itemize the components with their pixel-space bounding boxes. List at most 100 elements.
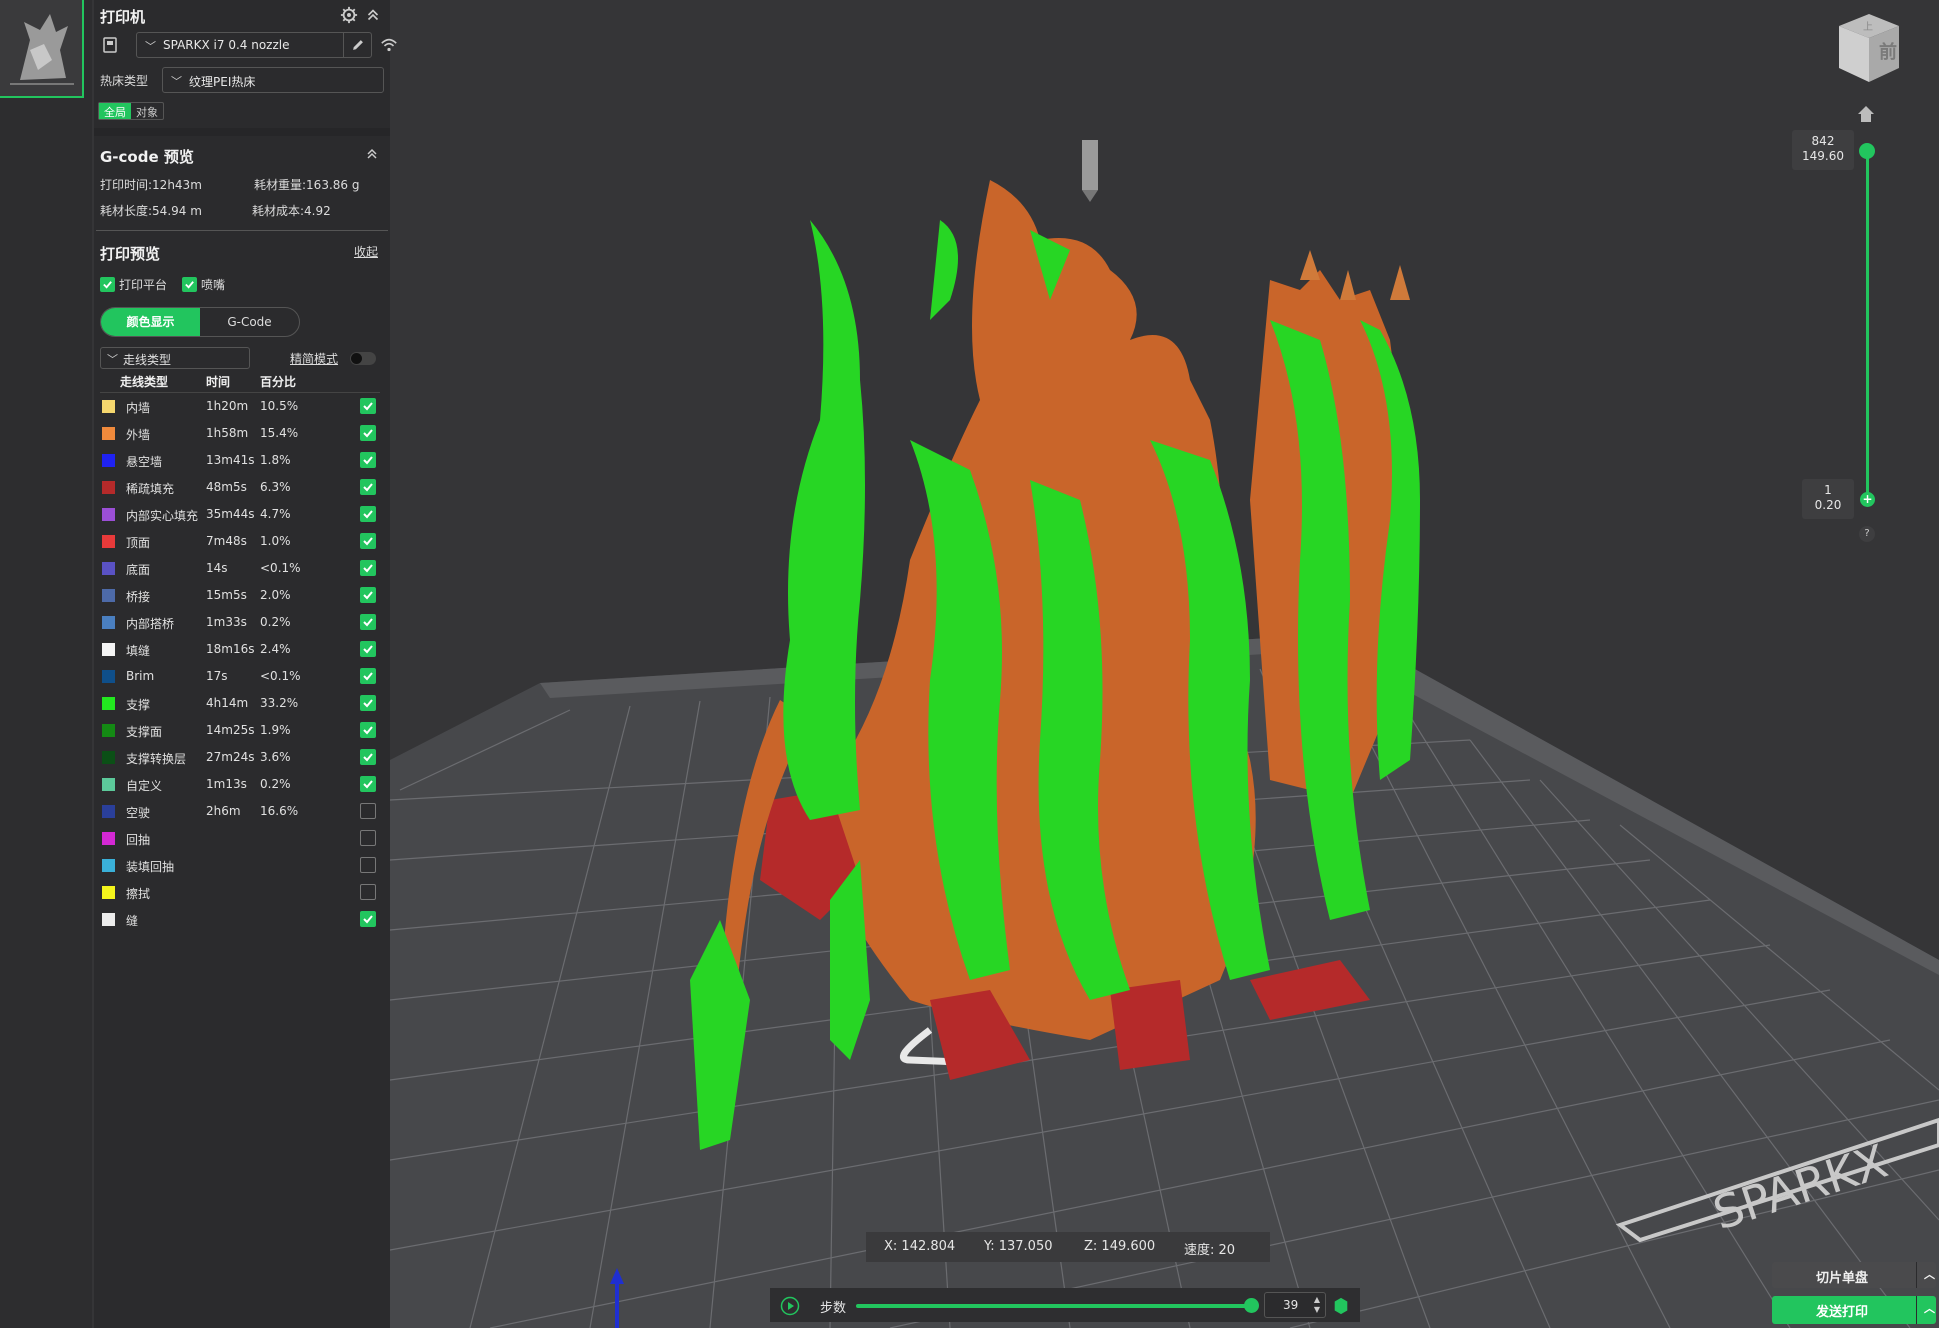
- coord-z: Z: 149.600: [1084, 1239, 1156, 1254]
- tab-color-display[interactable]: 颜色显示: [101, 308, 200, 336]
- legend-visibility-checkbox[interactable]: [360, 479, 376, 495]
- legend-col-time: 时间: [206, 375, 231, 389]
- legend-name: 装填回抽: [126, 860, 175, 874]
- legend-swatch: [102, 643, 115, 656]
- legend-time: 17s: [206, 669, 228, 683]
- print-bed-scene: SPARKX: [390, 140, 1939, 1328]
- send-print-button[interactable]: 发送打印 ︿: [1772, 1296, 1936, 1324]
- step-input[interactable]: 39 ▲ ▼: [1264, 1292, 1326, 1318]
- legend-visibility-checkbox[interactable]: [360, 722, 376, 738]
- legend-visibility-checkbox[interactable]: [360, 587, 376, 603]
- legend-percent: 1.8%: [260, 453, 291, 467]
- legend-visibility-checkbox[interactable]: [360, 776, 376, 792]
- legend-percent: 16.6%: [260, 804, 299, 818]
- legend-visibility-checkbox[interactable]: [360, 857, 376, 873]
- settings-gear-icon[interactable]: [1332, 1297, 1350, 1315]
- show-plate-label: 打印平台: [119, 278, 168, 292]
- legend-percent: <0.1%: [260, 561, 301, 575]
- layer-slider-track[interactable]: [1866, 150, 1869, 500]
- plate-thumbnail[interactable]: [0, 0, 84, 98]
- scope-object-tab[interactable]: 对象: [131, 103, 163, 119]
- chevron-down-icon: ﹀: [145, 40, 156, 53]
- show-nozzle-label: 喷嘴: [201, 278, 226, 292]
- scope-global-tab[interactable]: 全局: [99, 103, 131, 119]
- caret-up-icon[interactable]: ︿: [1924, 1266, 1935, 1282]
- legend-swatch: [102, 670, 115, 683]
- layer-top-handle[interactable]: [1859, 143, 1875, 159]
- legend-row: 顶面 7m48s 1.0%: [94, 531, 390, 558]
- collapse-link[interactable]: 收起: [354, 243, 378, 260]
- coordinates-bar: X: 142.804 Y: 137.050 Z: 149.600 速度: 20: [866, 1232, 1270, 1262]
- legend-percent: 2.4%: [260, 642, 291, 656]
- stepper-arrows-icon[interactable]: ▲ ▼: [1314, 1295, 1320, 1315]
- simple-mode-toggle[interactable]: [350, 352, 376, 365]
- edit-printer-button[interactable]: [343, 33, 371, 57]
- legend-row: 回抽: [94, 828, 390, 855]
- printer-section-title: 打印机: [100, 8, 146, 26]
- collapse-up-icon[interactable]: [364, 6, 382, 24]
- view-type-select[interactable]: ﹀ 走线类型: [100, 347, 250, 369]
- legend-visibility-checkbox[interactable]: [360, 452, 376, 468]
- plate-thumbnail-strip: [0, 0, 92, 1328]
- legend-visibility-checkbox[interactable]: [360, 533, 376, 549]
- legend-name: 内部实心填充: [126, 509, 199, 523]
- legend-name: 自定义: [126, 779, 163, 793]
- legend-visibility-checkbox[interactable]: [360, 614, 376, 630]
- step-slider-track[interactable]: [856, 1304, 1251, 1308]
- legend-time: 27m24s: [206, 750, 255, 764]
- legend-visibility-checkbox[interactable]: [360, 668, 376, 684]
- legend-visibility-checkbox[interactable]: [360, 425, 376, 441]
- legend-row: 空驶 2h6m 16.6%: [94, 801, 390, 828]
- printer-select[interactable]: ﹀ SPARKX i7 0.4 nozzle: [136, 32, 372, 58]
- legend-swatch: [102, 589, 115, 602]
- 3d-viewport[interactable]: SPARKX: [390, 0, 1939, 1328]
- legend-visibility-checkbox[interactable]: [360, 803, 376, 819]
- settings-panel: 打印机 ﹀ SPARKX i7 0.4 nozzle 热床类型 ﹀ 纹理PEI热…: [94, 0, 397, 1328]
- legend-row: 擦拭: [94, 882, 390, 909]
- legend-visibility-checkbox[interactable]: [360, 884, 376, 900]
- layer-bottom-badge: 1 0.20: [1802, 479, 1854, 519]
- show-plate-checkbox[interactable]: 打印平台: [100, 276, 167, 293]
- legend-swatch: [102, 400, 115, 413]
- legend-visibility-checkbox[interactable]: [360, 641, 376, 657]
- step-label: 步数: [820, 1301, 847, 1316]
- gear-icon[interactable]: [340, 6, 358, 24]
- caret-up-icon[interactable]: ︿: [1924, 1300, 1935, 1316]
- legend-visibility-checkbox[interactable]: [360, 560, 376, 576]
- legend-row: 内部搭桥 1m33s 0.2%: [94, 612, 390, 639]
- slice-plate-button[interactable]: 切片单盘 ︿: [1772, 1262, 1936, 1288]
- layer-bottom-handle[interactable]: +: [1860, 492, 1875, 507]
- legend-row: 桥接 15m5s 2.0%: [94, 585, 390, 612]
- bed-type-row: 热床类型 ﹀ 纹理PEI热床: [100, 67, 384, 93]
- legend-visibility-checkbox[interactable]: [360, 830, 376, 846]
- legend-percent: 2.0%: [260, 588, 291, 602]
- legend-visibility-checkbox[interactable]: [360, 506, 376, 522]
- legend-percent: 1.0%: [260, 534, 291, 548]
- home-icon[interactable]: [1856, 104, 1876, 124]
- legend-name: 桥接: [126, 590, 151, 604]
- legend-name: 悬空墙: [126, 455, 163, 469]
- bed-type-select[interactable]: ﹀ 纹理PEI热床: [162, 67, 384, 93]
- collapse-up-icon[interactable]: [364, 146, 380, 162]
- legend-visibility-checkbox[interactable]: [360, 749, 376, 765]
- legend-time: 2h6m: [206, 804, 241, 818]
- legend-percent: 0.2%: [260, 615, 291, 629]
- legend-swatch: [102, 886, 115, 899]
- tab-gcode[interactable]: G-Code: [200, 308, 299, 336]
- legend-swatch: [102, 562, 115, 575]
- legend-row: 缝: [94, 909, 390, 936]
- legend-percent: 33.2%: [260, 696, 299, 710]
- step-slider-handle[interactable]: [1244, 1298, 1259, 1313]
- help-button[interactable]: ?: [1859, 526, 1875, 542]
- play-icon[interactable]: [780, 1296, 800, 1316]
- coord-x: X: 142.804: [884, 1239, 956, 1254]
- show-nozzle-checkbox[interactable]: 喷嘴: [182, 276, 225, 293]
- legend-col-type: 走线类型: [120, 375, 169, 389]
- legend-visibility-checkbox[interactable]: [360, 911, 376, 927]
- view-cube[interactable]: 前 上: [1833, 8, 1905, 84]
- legend-visibility-checkbox[interactable]: [360, 695, 376, 711]
- legend-time: 14m25s: [206, 723, 255, 737]
- legend-time: 4h14m: [206, 696, 249, 710]
- legend-visibility-checkbox[interactable]: [360, 398, 376, 414]
- legend-swatch: [102, 724, 115, 737]
